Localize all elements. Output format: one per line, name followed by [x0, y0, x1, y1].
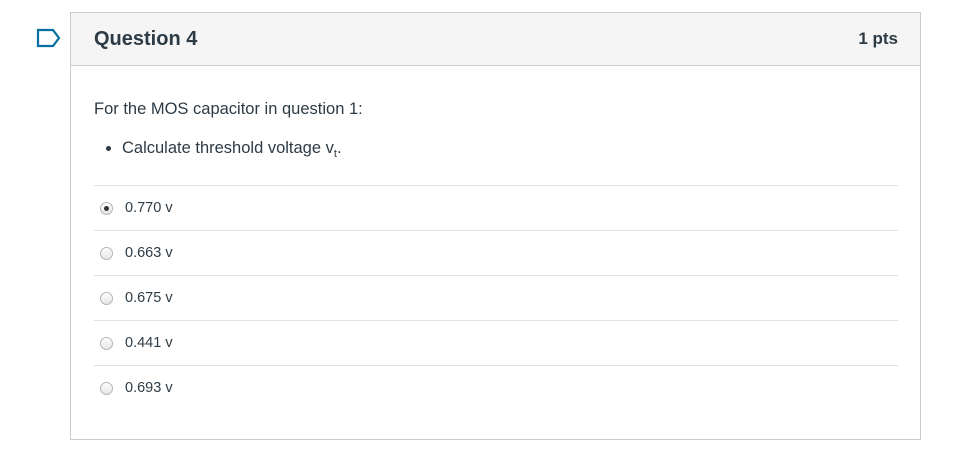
- question-points: 1 pts: [858, 29, 898, 48]
- question-card: Question 4 1 pts For the MOS capacitor i…: [70, 12, 921, 440]
- answer-label: 0.770 v: [125, 200, 173, 216]
- radio-button[interactable]: [100, 336, 113, 350]
- question-header: Question 4 1 pts: [71, 13, 920, 66]
- answer-label: 0.441 v: [125, 335, 173, 351]
- question-title: Question 4: [94, 27, 198, 50]
- answer-option[interactable]: 0.770 v: [94, 185, 898, 230]
- quiz-page: Question 4 1 pts For the MOS capacitor i…: [0, 0, 974, 464]
- bullet-text: Calculate threshold voltage v: [122, 139, 334, 157]
- question-bullet: Calculate threshold voltage vt.: [122, 136, 898, 166]
- radio-button[interactable]: [100, 381, 113, 395]
- question-body: For the MOS capacitor in question 1: Cal…: [71, 66, 920, 410]
- radio-button[interactable]: [100, 246, 113, 260]
- flag-question-icon[interactable]: [36, 28, 62, 48]
- answer-option[interactable]: 0.675 v: [94, 275, 898, 320]
- radio-button-selected[interactable]: [100, 201, 113, 215]
- answer-label: 0.663 v: [125, 245, 173, 261]
- answer-label: 0.675 v: [125, 290, 173, 306]
- answer-option[interactable]: 0.441 v: [94, 320, 898, 365]
- radio-button[interactable]: [100, 291, 113, 305]
- answer-list: 0.770 v 0.663 v 0.675 v 0.441 v 0.693 v: [94, 185, 898, 410]
- answer-option[interactable]: 0.663 v: [94, 230, 898, 275]
- question-prompt: For the MOS capacitor in question 1:: [94, 100, 363, 118]
- answer-option[interactable]: 0.693 v: [94, 365, 898, 410]
- question-bullet-list: Calculate threshold voltage vt.: [94, 136, 898, 166]
- answer-label: 0.693 v: [125, 380, 173, 396]
- bullet-suffix: .: [336, 139, 342, 157]
